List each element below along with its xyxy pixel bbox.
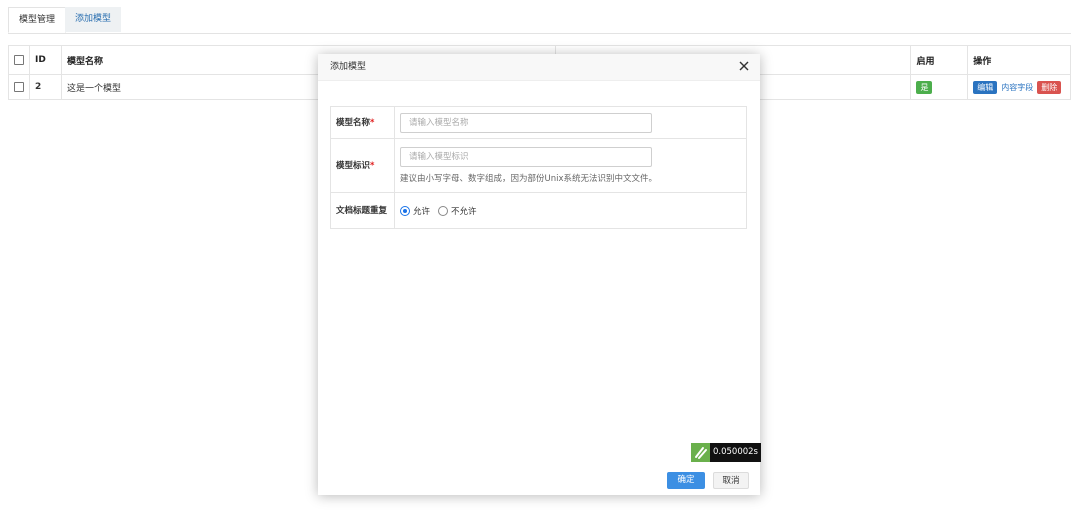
dialog-title: 添加模型 (330, 62, 367, 72)
duplicate-title-label: 文档标题重复 (336, 205, 388, 216)
model-form: 模型名称* 模型标识* 建议由小写字母、数字组成，因为部份Unix系统无法识别中… (330, 106, 747, 229)
form-row-duplicate: 文档标题重复 允许 不允许 (330, 192, 747, 229)
model-name-input[interactable] (400, 112, 652, 133)
cancel-button[interactable]: 取消 (713, 472, 749, 489)
identifier-label: 模型标识 (336, 160, 371, 171)
row-checkbox[interactable] (14, 81, 24, 92)
select-all-cell (8, 45, 30, 75)
identifier-value-cell: 建议由小写字母、数字组成，因为部份Unix系统无法识别中文文件。 (394, 138, 747, 193)
tab-add-model[interactable]: 添加模型 (65, 7, 122, 32)
edit-button[interactable]: 编辑 (973, 80, 998, 94)
disallow-radio[interactable] (438, 205, 449, 216)
name-value-cell (394, 106, 747, 139)
form-row-name: 模型名称* (330, 106, 747, 139)
name-label-cell: 模型名称* (330, 106, 395, 139)
delete-button[interactable]: 删除 (1037, 80, 1062, 94)
allow-radio[interactable] (400, 205, 410, 216)
form-row-identifier: 模型标识* 建议由小写字母、数字组成，因为部份Unix系统无法识别中文文件。 (330, 138, 747, 193)
column-header-actions: 操作 (967, 45, 1071, 75)
add-model-dialog: 添加模型 模型名称* 模型标识* 建议由小写字母、数字组成，因为部份Unix系统… (318, 54, 761, 495)
debug-logo-icon (691, 443, 710, 462)
content-fields-link[interactable]: 内容字段 (1001, 83, 1033, 92)
column-header-enabled: 启用 (910, 45, 969, 75)
timer-value: 0.050002s (710, 443, 761, 462)
duplicate-label-cell: 文档标题重复 (330, 192, 395, 229)
close-icon[interactable] (738, 60, 750, 72)
row-id: 2 (29, 74, 62, 100)
required-mark: * (370, 160, 375, 171)
duplicate-value-cell: 允许 不允许 (394, 192, 747, 229)
required-mark: * (370, 117, 375, 128)
row-enabled-cell: 是 (910, 74, 969, 100)
dialog-header: 添加模型 (318, 54, 760, 81)
model-identifier-input[interactable] (400, 147, 652, 167)
select-all-checkbox[interactable] (14, 54, 24, 65)
name-label: 模型名称 (336, 117, 371, 128)
disallow-radio-label[interactable]: 不允许 (451, 207, 477, 217)
column-header-id: ID (29, 45, 62, 75)
tab-bar: 模型管理 添加模型 (8, 7, 1071, 34)
identifier-hint: 建议由小写字母、数字组成，因为部份Unix系统无法识别中文文件。 (400, 174, 658, 184)
row-select-cell (8, 74, 30, 100)
confirm-button[interactable]: 确定 (667, 472, 705, 489)
debug-timer: 0.050002s (691, 443, 761, 462)
row-actions: 编辑 内容字段 删除 (967, 74, 1071, 100)
identifier-label-cell: 模型标识* (330, 138, 395, 193)
tab-model-management[interactable]: 模型管理 (8, 7, 67, 33)
allow-radio-label[interactable]: 允许 (413, 207, 430, 217)
enabled-badge: 是 (916, 80, 933, 94)
